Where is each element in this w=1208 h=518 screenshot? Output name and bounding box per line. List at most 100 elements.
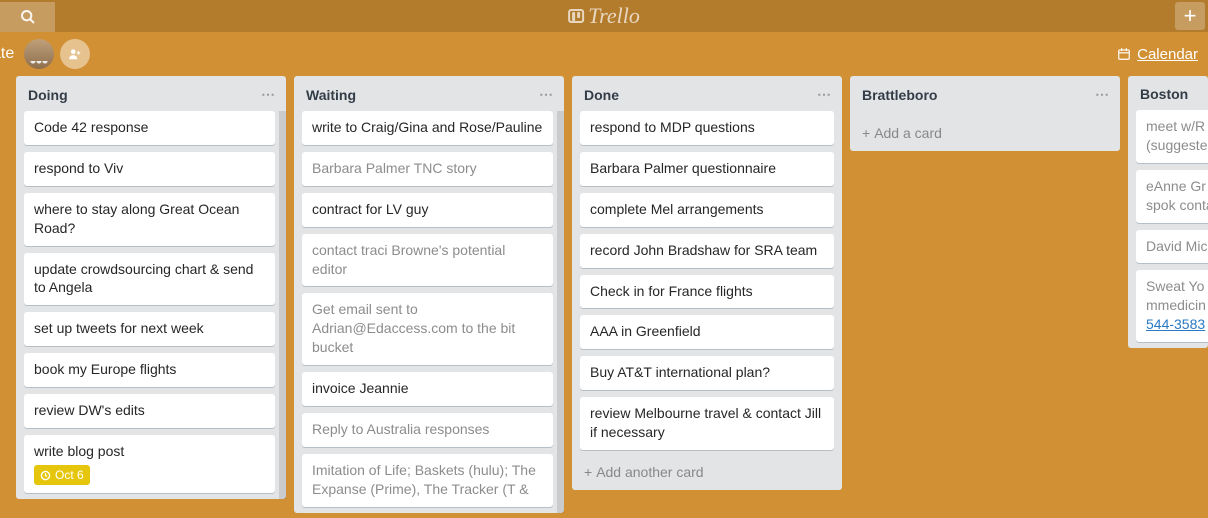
list-menu-button[interactable]: ⋯: [539, 86, 554, 103]
card-list: meet w/R Groton, M Thalheime (suggeste eA…: [1128, 110, 1208, 348]
card-text: write blog post: [34, 442, 265, 461]
card[interactable]: contract for LV guy: [302, 193, 553, 227]
card-text: Reply to Australia responses: [312, 420, 543, 439]
card[interactable]: update crowdsourcing chart & send to Ang…: [24, 253, 275, 306]
card[interactable]: Barbara Palmer questionnaire: [580, 152, 834, 186]
card[interactable]: Sweat Yo Street Co http://ww mmedicin544…: [1136, 270, 1208, 342]
card-text: set up tweets for next week: [34, 319, 265, 338]
card[interactable]: Code 42 response: [24, 111, 275, 145]
card[interactable]: respond to MDP questions: [580, 111, 834, 145]
card-text: Barbara Palmer TNC story: [312, 159, 543, 178]
add-card-label: Add a card: [874, 125, 942, 141]
card[interactable]: Reply to Australia responses: [302, 413, 553, 447]
card[interactable]: Barbara Palmer TNC story: [302, 152, 553, 186]
member-avatar[interactable]: [24, 39, 54, 69]
card-text: eAnne Gr @ASegar @eventsfo have spok con…: [1146, 177, 1208, 215]
card[interactable]: AAA in Greenfield: [580, 315, 834, 349]
card[interactable]: write to Craig/Gina and Rose/Pauline: [302, 111, 553, 145]
card[interactable]: Check in for France flights: [580, 275, 834, 309]
calendar-label: Calendar: [1137, 46, 1198, 63]
card[interactable]: contact traci Browne's potential editor: [302, 234, 553, 287]
add-button[interactable]: +: [1175, 2, 1205, 30]
card-text: book my Europe flights: [34, 360, 265, 379]
list: Brattleboro⋯ + Add a card: [850, 76, 1120, 151]
trello-board-icon: [568, 9, 584, 23]
topbar: Trello +: [0, 0, 1208, 32]
card-text: review DW's edits: [34, 401, 265, 420]
card[interactable]: meet w/R Groton, M Thalheime (suggeste: [1136, 110, 1208, 163]
due-date-badge[interactable]: Oct 6: [34, 465, 90, 485]
list-title[interactable]: Doing: [28, 87, 261, 103]
card-text: respond to Viv: [34, 159, 265, 178]
search-button[interactable]: [0, 2, 55, 32]
list-header: Brattleboro⋯: [850, 76, 1120, 111]
plus-icon: +: [862, 125, 870, 141]
list-header: Doing⋯: [16, 76, 286, 111]
card[interactable]: eAnne Gr @ASegar @eventsfo have spok con…: [1136, 170, 1208, 223]
list-header: Waiting⋯: [294, 76, 564, 111]
add-card-button[interactable]: + Add another card: [572, 456, 842, 490]
card-text: contract for LV guy: [312, 200, 543, 219]
board-canvas[interactable]: Doing⋯Code 42 responserespond to Vivwher…: [0, 76, 1208, 518]
list-title[interactable]: Brattleboro: [862, 87, 1095, 103]
invite-button[interactable]: [60, 39, 90, 69]
card-list: Code 42 response respond to Viv where to s…: [16, 111, 286, 499]
card[interactable]: Get email sent to Adrian@Edaccess.com to…: [302, 293, 553, 365]
card-text: record John Bradshaw for SRA team: [590, 241, 824, 260]
list-menu-button[interactable]: ⋯: [261, 86, 276, 103]
list-menu-button[interactable]: ⋯: [1095, 86, 1110, 103]
plus-icon: +: [584, 464, 592, 480]
card-text: meet w/R Groton, M Thalheime (suggeste: [1146, 117, 1208, 155]
list-menu-button[interactable]: ⋯: [817, 86, 832, 103]
card-text: invoice Jeannie: [312, 379, 543, 398]
card[interactable]: Buy AT&T international plan?: [580, 356, 834, 390]
list: Boston meet w/R Groton, M Thalheime (sugg…: [1128, 76, 1208, 348]
card-text: where to stay along Great Ocean Road?: [34, 200, 265, 238]
list: Done⋯ respond to MDP questions Barbara Pal…: [572, 76, 842, 490]
calendar-icon: [1117, 47, 1131, 61]
add-card-button[interactable]: + Add a card: [850, 117, 1120, 151]
card[interactable]: review Melbourne travel & contact Jill i…: [580, 397, 834, 450]
card[interactable]: Imitation of Life; Baskets (hulu); The E…: [302, 454, 553, 507]
card-text: AAA in Greenfield: [590, 322, 824, 341]
card[interactable]: book my Europe flights: [24, 353, 275, 387]
person-add-icon: [68, 47, 82, 61]
card-text: Imitation of Life; Baskets (hulu); The E…: [312, 461, 543, 499]
card-list: write to Craig/Gina and Rose/Pauline Barb…: [294, 111, 564, 513]
card-list: respond to MDP questions Barbara Palmer q…: [572, 111, 842, 456]
search-icon: [20, 9, 36, 25]
clock-icon: [40, 470, 51, 481]
card-text: review Melbourne travel & contact Jill i…: [590, 404, 824, 442]
card[interactable]: where to stay along Great Ocean Road?: [24, 193, 275, 246]
card-text: respond to MDP questions: [590, 118, 824, 137]
brand-logo[interactable]: Trello: [568, 3, 640, 29]
card[interactable]: record John Bradshaw for SRA team: [580, 234, 834, 268]
board-name-truncated: ate: [0, 45, 14, 63]
card[interactable]: set up tweets for next week: [24, 312, 275, 346]
brand-text: Trello: [588, 3, 640, 29]
card[interactable]: complete Mel arrangements: [580, 193, 834, 227]
list-header: Boston: [1128, 76, 1208, 110]
card-text: Barbara Palmer questionnaire: [590, 159, 824, 178]
calendar-link[interactable]: Calendar: [1117, 46, 1198, 63]
card[interactable]: David Mic: [1136, 230, 1208, 264]
card[interactable]: write blog post Oct 6: [24, 435, 275, 493]
card-text: Sweat Yo Street Co http://ww mmedicin: [1146, 277, 1208, 315]
list-header: Done⋯: [572, 76, 842, 111]
card[interactable]: review DW's edits: [24, 394, 275, 428]
list: Waiting⋯write to Craig/Gina and Rose/Pau…: [294, 76, 564, 513]
board-header: ate Calendar: [0, 32, 1208, 76]
list-title[interactable]: Boston: [1140, 86, 1208, 102]
list-title[interactable]: Waiting: [306, 87, 539, 103]
plus-icon: +: [1184, 5, 1197, 27]
card-text: Code 42 response: [34, 118, 265, 137]
card[interactable]: invoice Jeannie: [302, 372, 553, 406]
card-link[interactable]: 544-3583: [1146, 316, 1205, 332]
add-card-label: Add another card: [596, 464, 703, 480]
list-title[interactable]: Done: [584, 87, 817, 103]
card[interactable]: respond to Viv: [24, 152, 275, 186]
card-text: Check in for France flights: [590, 282, 824, 301]
card-text: contact traci Browne's potential editor: [312, 241, 543, 279]
badge-text: Oct 6: [55, 467, 84, 483]
card-text: Get email sent to Adrian@Edaccess.com to…: [312, 300, 543, 357]
